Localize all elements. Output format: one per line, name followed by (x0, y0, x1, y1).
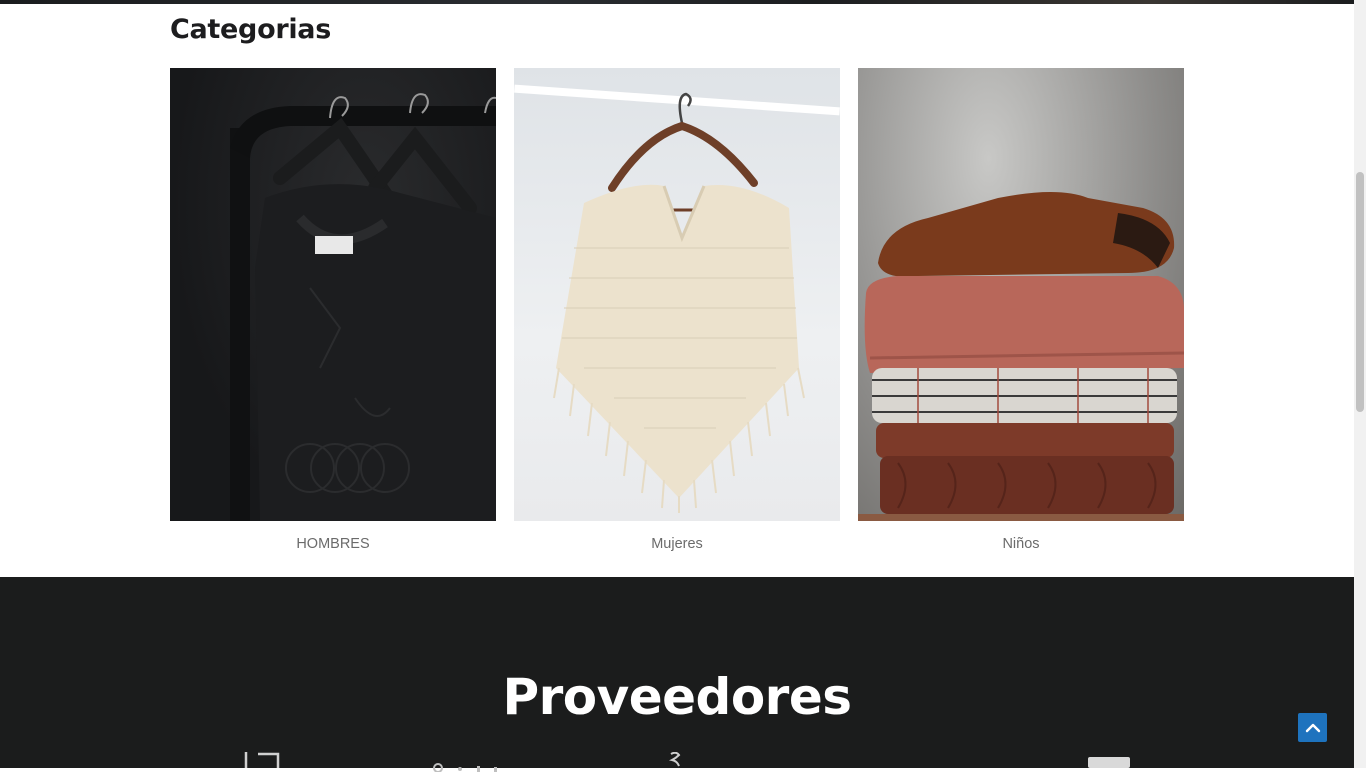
providers-heading: Proveedores (502, 668, 852, 726)
category-card-mujeres[interactable]: Mujeres (514, 68, 840, 552)
folded-clothes-and-boot-image (858, 192, 1184, 521)
chevron-up-icon (1305, 723, 1320, 732)
hero-image-bottom-edge (0, 0, 1354, 4)
category-image-hombres[interactable] (170, 68, 496, 521)
category-image-mujeres[interactable] (514, 68, 840, 521)
scrollbar-thumb[interactable] (1356, 172, 1364, 412)
category-label-hombres[interactable]: HOMBRES (170, 536, 496, 552)
page-scrollbar[interactable] (1354, 0, 1366, 768)
categories-heading: Categorias (170, 14, 331, 45)
category-label-mujeres[interactable]: Mujeres (514, 536, 840, 552)
provider-logo-2[interactable] (432, 762, 502, 772)
scroll-to-top-button[interactable] (1298, 713, 1327, 742)
category-image-ninos[interactable] (858, 68, 1184, 521)
category-card-ninos[interactable]: Niños (858, 68, 1184, 552)
provider-logo-1[interactable] (244, 752, 280, 768)
black-sweater-on-hanger-image (230, 93, 496, 521)
provider-logo-3[interactable] (668, 752, 684, 768)
page: Categorias HOMBRES Mujeres Niños Proveed… (0, 0, 1354, 772)
category-card-hombres[interactable]: HOMBRES (170, 68, 496, 552)
provider-logo-4[interactable] (1088, 757, 1130, 768)
knit-poncho-on-hanger-image (514, 84, 840, 513)
category-label-ninos[interactable]: Niños (858, 536, 1184, 552)
